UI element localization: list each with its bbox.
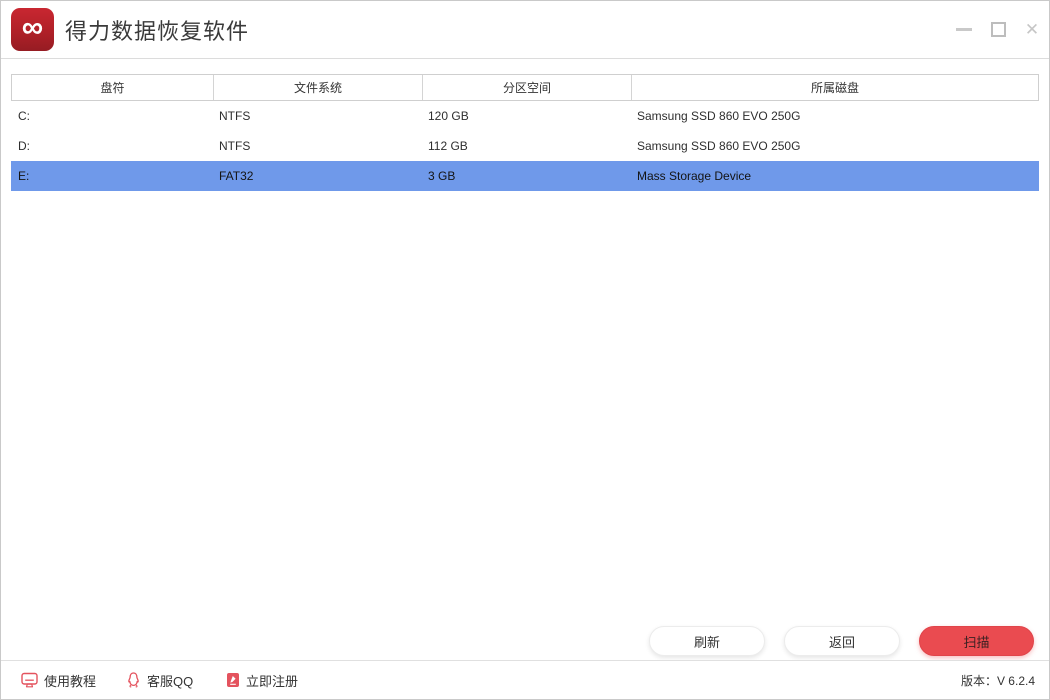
maximize-button[interactable] — [989, 21, 1007, 39]
refresh-button[interactable]: 刷新 — [649, 626, 765, 656]
app-title: 得力数据恢复软件 — [65, 1, 249, 58]
cell-filesystem: NTFS — [212, 131, 421, 161]
tutorial-label: 使用教程 — [44, 671, 96, 690]
close-button[interactable]: ✕ — [1023, 21, 1041, 39]
table-row[interactable]: E: FAT32 3 GB Mass Storage Device — [11, 161, 1039, 191]
cell-space: 120 GB — [421, 101, 630, 131]
tutorial-link[interactable]: 使用教程 — [21, 661, 96, 699]
infinity-logo-icon: ∞ — [22, 13, 43, 43]
cell-disk: Samsung SSD 860 EVO 250G — [630, 131, 1039, 161]
register-link[interactable]: 立即注册 — [226, 661, 298, 699]
app-window: ∞ 得力数据恢复软件 ✕ 盘符 文件系统 分区空间 所属磁盘 C: NTFS 1… — [0, 0, 1050, 700]
cell-drive: D: — [11, 131, 212, 161]
register-document-icon — [226, 672, 240, 688]
minimize-button[interactable] — [955, 21, 973, 39]
cell-space: 3 GB — [421, 161, 630, 191]
table-row[interactable]: D: NTFS 112 GB Samsung SSD 860 EVO 250G — [11, 131, 1039, 161]
close-icon: ✕ — [1025, 21, 1039, 38]
qq-penguin-icon — [126, 672, 141, 688]
scan-button[interactable]: 扫描 — [919, 626, 1034, 656]
column-header-filesystem: 文件系统 — [213, 75, 422, 100]
table-row[interactable]: C: NTFS 120 GB Samsung SSD 860 EVO 250G — [11, 101, 1039, 131]
cell-drive: C: — [11, 101, 212, 131]
back-button[interactable]: 返回 — [784, 626, 900, 656]
maximize-icon — [991, 22, 1006, 37]
cell-drive: E: — [11, 161, 212, 191]
version-text: 版本：V 6.2.4 — [961, 661, 1035, 699]
column-header-disk: 所属磁盘 — [631, 75, 1038, 100]
cell-space: 112 GB — [421, 131, 630, 161]
window-controls: ✕ — [955, 1, 1041, 58]
minimize-icon — [956, 28, 972, 31]
qq-support-label: 客服QQ — [147, 671, 193, 690]
tutorial-monitor-icon — [21, 672, 38, 688]
qq-support-link[interactable]: 客服QQ — [126, 661, 193, 699]
cell-filesystem: FAT32 — [212, 161, 421, 191]
cell-disk: Mass Storage Device — [630, 161, 1039, 191]
cell-filesystem: NTFS — [212, 101, 421, 131]
partition-table: 盘符 文件系统 分区空间 所属磁盘 C: NTFS 120 GB Samsung… — [11, 74, 1039, 191]
cell-disk: Samsung SSD 860 EVO 250G — [630, 101, 1039, 131]
titlebar: ∞ 得力数据恢复软件 ✕ — [1, 1, 1049, 59]
app-logo: ∞ — [11, 8, 54, 51]
column-header-drive: 盘符 — [12, 75, 213, 100]
register-label: 立即注册 — [246, 671, 298, 690]
footer-bar: 使用教程 客服QQ 立即注册 版本：V 6.2.4 — [1, 660, 1049, 699]
column-header-space: 分区空间 — [422, 75, 631, 100]
table-header-row: 盘符 文件系统 分区空间 所属磁盘 — [11, 74, 1039, 101]
